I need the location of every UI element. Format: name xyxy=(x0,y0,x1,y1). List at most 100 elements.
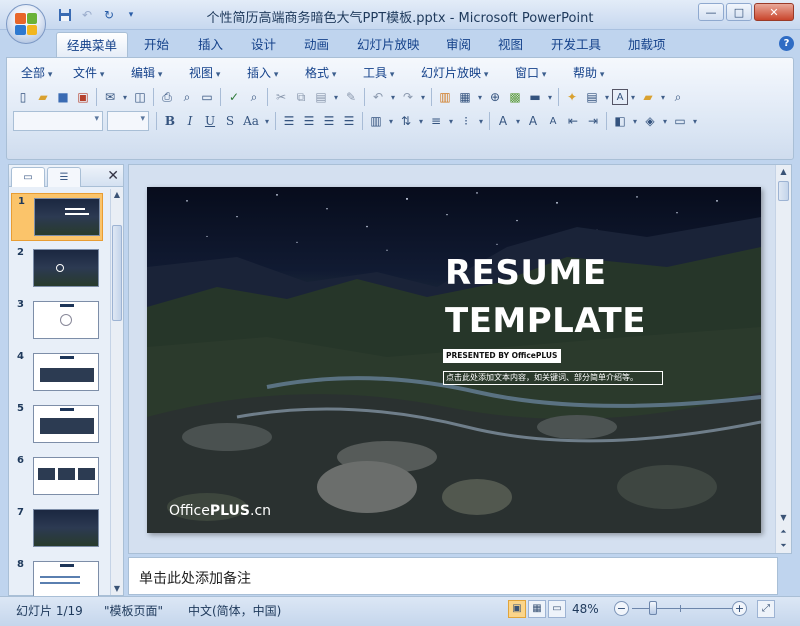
menu-all[interactable]: 全部 xyxy=(15,64,67,82)
menu-slideshow[interactable]: 幻灯片放映 xyxy=(415,64,509,82)
italic-icon[interactable]: I xyxy=(180,111,200,131)
notes-pane[interactable]: 单击此处添加备注 xyxy=(128,557,778,595)
font-color-icon[interactable]: A xyxy=(493,111,513,131)
fit-to-window-icon[interactable]: ⤢ xyxy=(757,600,775,618)
slide-thumbnail[interactable]: 8 xyxy=(11,557,103,597)
scroll-down-icon[interactable]: ▼ xyxy=(111,583,123,595)
shapes-icon[interactable]: ◈ xyxy=(640,111,660,131)
justify-icon[interactable]: ☰ xyxy=(339,111,359,131)
new-icon[interactable]: ▯ xyxy=(13,87,33,107)
hyperlink-icon[interactable]: ⊕ xyxy=(485,87,505,107)
font-size-select[interactable] xyxy=(107,111,149,131)
line-spacing-icon[interactable]: ≡ xyxy=(426,111,446,131)
email-icon[interactable]: ✉ xyxy=(100,87,120,107)
find-icon[interactable]: ⌕ xyxy=(244,87,264,107)
menu-file[interactable]: 文件 xyxy=(67,64,125,82)
chevron-down-icon[interactable]: ▾ xyxy=(658,93,668,102)
slide-thumbnail[interactable]: 7 xyxy=(11,505,103,553)
slides-tab-icon[interactable]: ▭ xyxy=(11,167,45,187)
help-icon[interactable]: ? xyxy=(779,36,794,51)
align-center-icon[interactable]: ☰ xyxy=(299,111,319,131)
slide-layout-icon[interactable]: ▤ xyxy=(582,87,602,107)
presented-by-label[interactable]: PRESENTED BY OfficePLUS xyxy=(443,349,561,363)
color-icon[interactable]: ▬ xyxy=(525,87,545,107)
description-textbox[interactable]: 点击此处添加文本内容，如关键词、部分简单介绍等。 xyxy=(443,371,663,385)
chevron-down-icon[interactable]: ▾ xyxy=(660,117,670,126)
outline-tab-icon[interactable]: ☰ xyxy=(47,167,81,187)
chevron-down-icon[interactable]: ▾ xyxy=(331,93,341,102)
zoom-slider-thumb[interactable] xyxy=(649,601,658,615)
undo-icon[interactable]: ↶ xyxy=(368,87,388,107)
tab-home[interactable]: 开始 xyxy=(134,32,179,58)
paste-icon[interactable]: ▤ xyxy=(311,87,331,107)
slide-thumbnail[interactable]: 3 xyxy=(11,297,103,345)
minimize-button[interactable]: — xyxy=(698,3,724,21)
folder-icon[interactable]: ▰ xyxy=(638,87,658,107)
image-icon[interactable]: ▩ xyxy=(505,87,525,107)
menu-insert[interactable]: 插入 xyxy=(241,64,299,82)
chevron-down-icon[interactable]: ▾ xyxy=(416,117,426,126)
zoom-in-icon[interactable]: + xyxy=(732,601,747,616)
normal-view-icon[interactable]: ▣ xyxy=(508,600,526,618)
tab-insert[interactable]: 插入 xyxy=(188,32,233,58)
tab-design[interactable]: 设计 xyxy=(241,32,286,58)
align-right-icon[interactable]: ☰ xyxy=(319,111,339,131)
slide-thumbnail[interactable]: 4 xyxy=(11,349,103,397)
tab-view[interactable]: 视图 xyxy=(488,32,533,58)
menu-format[interactable]: 格式 xyxy=(299,64,357,82)
copy-icon[interactable]: ⧉ xyxy=(291,87,311,107)
print-preview-icon[interactable]: ⌕ xyxy=(177,87,197,107)
chevron-down-icon[interactable]: ▾ xyxy=(262,117,272,126)
thumbnail-scrollbar[interactable]: ▲ ▼ xyxy=(110,189,123,595)
close-button[interactable]: ✕ xyxy=(754,3,794,21)
chevron-down-icon[interactable]: ▾ xyxy=(476,117,486,126)
chevron-down-icon[interactable]: ▾ xyxy=(630,117,640,126)
chevron-down-icon[interactable]: ▾ xyxy=(120,93,130,102)
slide-canvas[interactable]: RESUME TEMPLATE PRESENTED BY OfficePLUS … xyxy=(147,187,761,533)
chevron-down-icon[interactable]: ▾ xyxy=(388,93,398,102)
zoom-out-icon[interactable]: − xyxy=(614,601,629,616)
chevron-down-icon[interactable]: ▾ xyxy=(602,93,612,102)
menu-help[interactable]: 帮助 xyxy=(567,64,625,82)
scrollbar-thumb[interactable] xyxy=(112,225,122,321)
research-icon[interactable]: ◫ xyxy=(130,87,150,107)
scroll-up-icon[interactable]: ▲ xyxy=(111,189,123,201)
new-slide-icon[interactable]: ✦ xyxy=(562,87,582,107)
scroll-up-icon[interactable]: ▲ xyxy=(776,165,791,179)
previous-slide-icon[interactable]: ⏶ xyxy=(776,525,791,539)
scroll-down-icon[interactable]: ▼ xyxy=(776,511,791,525)
menu-tools[interactable]: 工具 xyxy=(357,64,415,82)
arrange-icon[interactable]: ◧ xyxy=(610,111,630,131)
next-slide-icon[interactable]: ⏷ xyxy=(776,539,791,553)
tab-slideshow[interactable]: 幻灯片放映 xyxy=(347,32,430,58)
slide-thumbnail[interactable]: 2 xyxy=(11,245,103,293)
menu-view[interactable]: 视图 xyxy=(183,64,241,82)
chevron-down-icon[interactable]: ▾ xyxy=(475,93,485,102)
change-case-icon[interactable]: Aa xyxy=(240,111,262,131)
bold-icon[interactable]: B xyxy=(160,111,180,131)
align-left-icon[interactable]: ☰ xyxy=(279,111,299,131)
maximize-button[interactable]: □ xyxy=(726,3,752,21)
spelling-icon[interactable]: ✓ xyxy=(224,87,244,107)
print-icon[interactable]: ⎙ xyxy=(157,87,177,107)
tab-animations[interactable]: 动画 xyxy=(294,32,339,58)
layout-icon[interactable]: ▭ xyxy=(197,87,217,107)
tab-addins[interactable]: 加载项 xyxy=(618,32,676,58)
table-icon[interactable]: ▦ xyxy=(455,87,475,107)
shadow-icon[interactable]: S xyxy=(220,111,240,131)
chevron-down-icon[interactable]: ▾ xyxy=(386,117,396,126)
zoom-percent[interactable]: 48% xyxy=(572,602,599,616)
zoom-icon[interactable]: ⌕ xyxy=(668,87,688,107)
chevron-down-icon[interactable]: ▾ xyxy=(418,93,428,102)
grow-font-icon[interactable]: A xyxy=(523,111,543,131)
slideshow-view-icon[interactable]: ▭ xyxy=(548,600,566,618)
tab-classic-menu[interactable]: 经典菜单 xyxy=(56,32,129,58)
shrink-font-icon[interactable]: A xyxy=(543,111,563,131)
office-button[interactable] xyxy=(6,4,46,44)
format-painter-icon[interactable]: ✎ xyxy=(341,87,361,107)
chevron-down-icon[interactable]: ▾ xyxy=(628,93,638,102)
bullets-icon[interactable]: ⁝ xyxy=(456,111,476,131)
save-icon[interactable]: ■ xyxy=(53,87,73,107)
quick-styles-icon[interactable]: ▭ xyxy=(670,111,690,131)
slide-title[interactable]: RESUME TEMPLATE xyxy=(445,249,646,345)
